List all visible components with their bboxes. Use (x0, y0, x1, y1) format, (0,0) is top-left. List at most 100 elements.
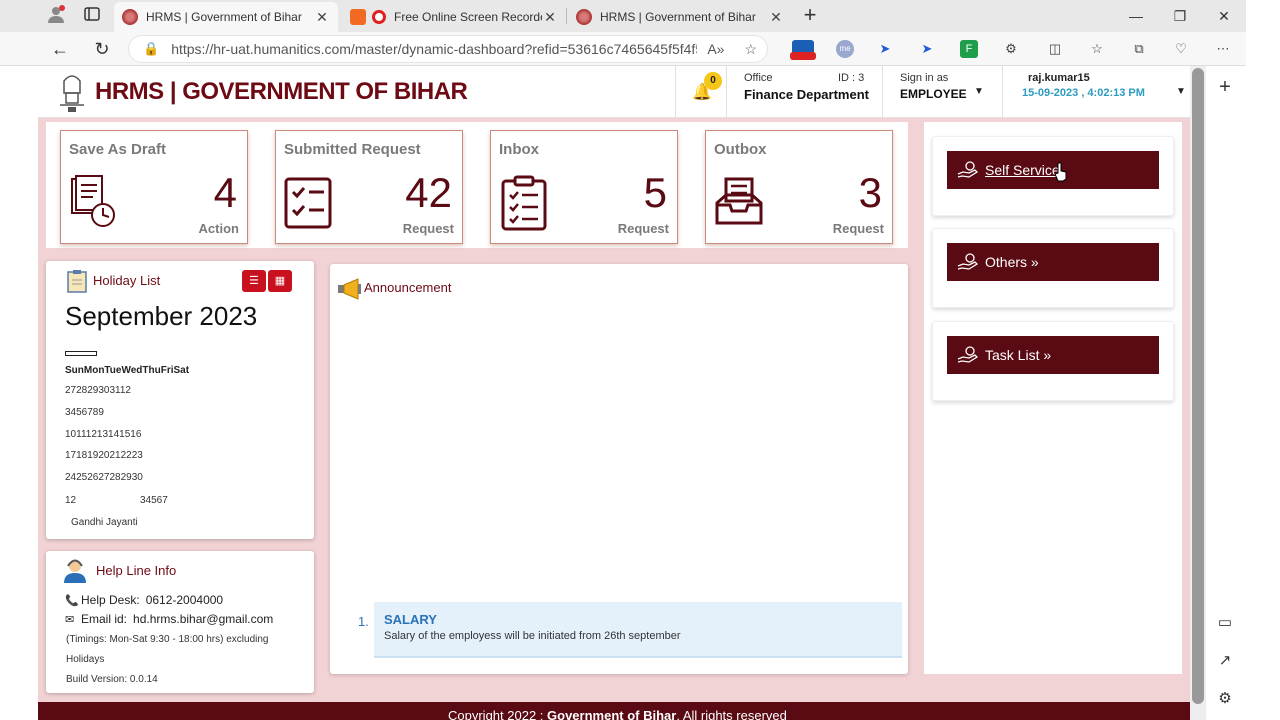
collections-icon[interactable]: ⧉ (1130, 40, 1148, 58)
dashboard: Save As Draft 4 Action Submitted Request (38, 118, 1190, 702)
close-tab-icon[interactable]: ✕ (314, 9, 330, 26)
url-text: https://hr-uat.humanitics.com/master/dyn… (171, 41, 698, 57)
sidebar-add-icon[interactable]: + (1214, 76, 1236, 98)
extension-green-icon[interactable]: F (960, 40, 978, 58)
extension-recording-badge (790, 52, 816, 60)
sidebar-settings-icon[interactable]: ⚙ (1214, 688, 1236, 710)
hand-coin-icon (957, 253, 979, 270)
hand-pointer-cursor-icon (1054, 162, 1067, 182)
favorite-star-icon[interactable]: ☆ (744, 41, 757, 58)
more-menu-icon[interactable]: ⋯ (1214, 40, 1232, 58)
task-list-button[interactable]: Task List » (947, 336, 1159, 374)
header-divider (726, 66, 727, 118)
extension-me-icon[interactable]: me (836, 40, 854, 58)
profile-icon[interactable] (42, 4, 70, 28)
clipboard-icon (501, 175, 547, 231)
calendar-week-row: 10111213141516 (65, 429, 142, 440)
hrms-app: HRMS | GOVERNMENT OF BIHAR 🔔 0 Office ID… (38, 66, 1190, 720)
hrms-favicon-icon (576, 9, 592, 25)
stat-card-submitted[interactable]: Submitted Request 42 Request (275, 130, 463, 244)
support-agent-icon (64, 559, 86, 583)
user-chevron-down-icon[interactable]: ▼ (1176, 86, 1186, 97)
helpline-panel: Help Line Info 📞 Help Desk: 0612-2004000 ✉… (46, 551, 314, 693)
window-edge (1246, 0, 1280, 720)
calendar-view-icon[interactable]: ▦ (268, 270, 292, 292)
extensions-puzzle-icon[interactable]: ⚙ (1002, 40, 1020, 58)
header-divider (1002, 66, 1003, 118)
others-button[interactable]: Others » (947, 243, 1159, 281)
login-datetime: 15-09-2023 , 4:02:13 PM (1022, 87, 1145, 99)
stat-title: Save As Draft (69, 141, 166, 158)
address-bar[interactable]: 🔒 https://hr-uat.humanitics.com/master/d… (128, 35, 768, 63)
self-service-button[interactable]: Self Service (947, 151, 1159, 189)
back-icon[interactable]: ← (46, 37, 74, 61)
calendar-week-row: 272829303112 (65, 385, 131, 396)
hand-coin-icon (957, 161, 979, 178)
signin-role-select[interactable]: EMPLOYEE (900, 87, 967, 101)
new-tab-button[interactable]: + (796, 3, 824, 27)
close-window-button[interactable]: ✕ (1202, 4, 1246, 28)
hrms-favicon-icon (122, 9, 138, 25)
calendar-week-row: 12 (65, 495, 77, 506)
sidebar-panel-icon[interactable]: ▭ (1214, 612, 1236, 634)
tab-screen-recorder[interactable]: Free Online Screen Recorder ✕ (342, 2, 566, 32)
split-screen-icon[interactable]: ◫ (1046, 40, 1064, 58)
user-name[interactable]: raj.kumar15 (1028, 72, 1090, 84)
email-value[interactable]: hd.hrms.bihar@gmail.com (133, 612, 273, 626)
helpdesk-row: 📞 Help Desk: 0612-2004000 (65, 593, 223, 607)
external-open-icon[interactable]: ↗ (1214, 650, 1236, 672)
minimize-button[interactable]: — (1114, 4, 1158, 28)
announcement-text: Salary of the employess will be initiate… (384, 630, 681, 642)
task-list-label: Task List » (985, 347, 1052, 363)
calendar-week-row: 34567 (140, 495, 168, 506)
stat-unit: Request (617, 221, 669, 236)
stat-title: Outbox (714, 141, 767, 158)
tab-hrms-active[interactable]: HRMS | Government of Bihar ✕ (114, 2, 338, 32)
announcement-heading: SALARY (384, 612, 437, 627)
holiday-list-panel: Holiday List ☰ ▦ September 2023 SunMonTu… (46, 261, 314, 539)
role-chevron-down-icon[interactable]: ▼ (974, 86, 984, 97)
tab-actions-icon[interactable] (78, 4, 106, 28)
stat-unit: Request (832, 221, 884, 236)
calendar-week-row: 3456789 (65, 407, 104, 418)
phone-icon: 📞 (65, 595, 79, 607)
email-label: Email id: (81, 612, 128, 626)
copyright-text: Copyright 2022 : Government of Bihar. Al… (448, 708, 787, 720)
copyright-suffix: . All rights reserved (676, 708, 787, 720)
lock-icon: 🔒 (143, 41, 160, 56)
stat-card-outbox[interactable]: Outbox 3 Request (705, 130, 893, 244)
calendar-month: September 2023 (65, 301, 258, 331)
app-header: HRMS | GOVERNMENT OF BIHAR 🔔 0 Office ID… (38, 66, 1190, 118)
notification-badge: 0 (704, 72, 722, 90)
favorites-icon[interactable]: ☆ (1088, 40, 1106, 58)
envelope-icon: ✉ (65, 614, 75, 626)
holiday-list-title: Holiday List (93, 273, 161, 288)
hand-coin-icon (957, 346, 979, 363)
megaphone-icon (338, 278, 361, 300)
email-row: ✉ Email id: hd.hrms.bihar@gmail.com (65, 612, 273, 626)
extension-power-automate-icon[interactable]: ➤ (918, 40, 936, 58)
signin-label: Sign in as (900, 72, 949, 84)
refresh-icon[interactable]: ↻ (88, 37, 116, 61)
timings-text-holidays: Holidays (66, 654, 105, 665)
calendar-nav[interactable] (65, 351, 97, 356)
browser-essentials-icon[interactable]: ♡ (1172, 40, 1190, 58)
close-tab-icon[interactable]: ✕ (542, 9, 558, 26)
office-name[interactable]: Finance Department (744, 87, 869, 102)
restore-button[interactable]: ❐ (1158, 4, 1202, 28)
tab-hrms-second[interactable]: HRMS | Government of Bihar ✕ (568, 2, 792, 32)
announcement-item[interactable]: SALARY Salary of the employess will be i… (374, 602, 902, 658)
stats-area: Save As Draft 4 Action Submitted Request (46, 122, 908, 248)
list-view-icon[interactable]: ☰ (242, 270, 266, 292)
helpline-title: Help Line Info (96, 563, 177, 578)
stat-card-draft[interactable]: Save As Draft 4 Action (60, 130, 248, 244)
app-logo-text: HRMS | GOVERNMENT OF BIHAR (95, 78, 468, 105)
page-scrollbar-thumb[interactable] (1192, 68, 1204, 704)
stat-unit: Action (198, 221, 239, 236)
extension-arrow-icon[interactable]: ➤ (876, 40, 894, 58)
calendar-week-row: 24252627282930 (65, 472, 143, 483)
stat-card-inbox[interactable]: Inbox 5 Request (490, 130, 678, 244)
stat-unit: Request (402, 221, 454, 236)
read-aloud-icon[interactable]: A» (707, 41, 724, 57)
close-tab-icon[interactable]: ✕ (768, 9, 784, 26)
